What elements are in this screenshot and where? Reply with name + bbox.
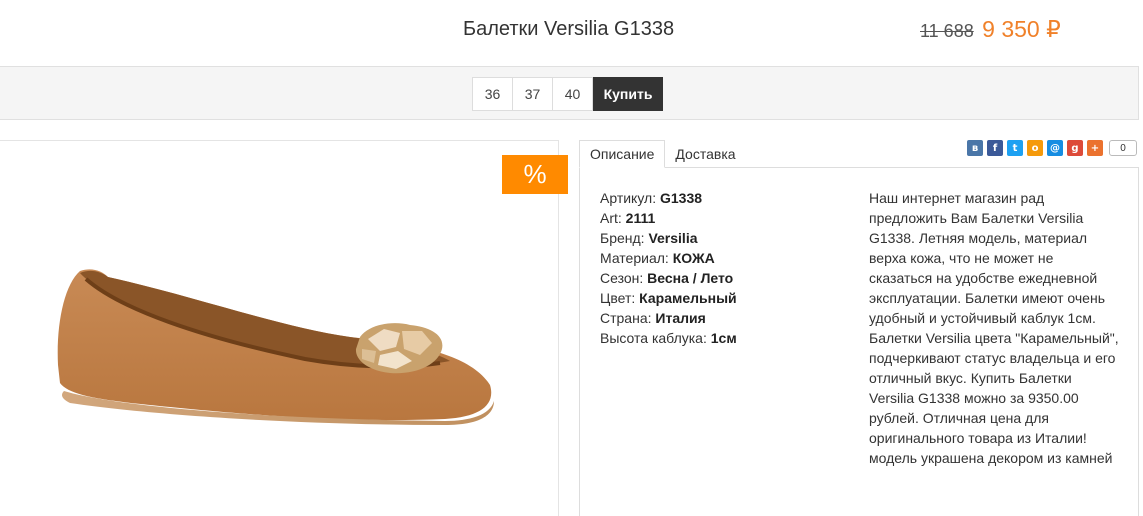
size-button-37[interactable]: 37 — [512, 77, 553, 111]
vk-icon[interactable]: в — [967, 140, 983, 156]
spec-list: Артикул: G1338 Art: 2111 Бренд: Versilia… — [600, 188, 737, 348]
size-button-40[interactable]: 40 — [552, 77, 593, 111]
twitter-icon[interactable]: t — [1007, 140, 1023, 156]
size-group: 36 37 40 Купить — [472, 77, 663, 111]
new-price: 9 350 ₽ — [982, 16, 1061, 42]
old-price: 11 688 — [920, 21, 974, 41]
price-block: 11 688 9 350 ₽ — [920, 16, 1061, 43]
size-selector-bar: 36 37 40 Купить — [0, 66, 1139, 120]
spec-heel-height: Высота каблука: 1см — [600, 330, 737, 346]
mail-icon[interactable]: @ — [1047, 140, 1063, 156]
product-header: Балетки Versilia G1338 11 688 9 350 ₽ — [0, 0, 1143, 66]
spec-article: Артикул: G1338 — [600, 190, 703, 206]
share-count: 0 — [1109, 140, 1137, 156]
spec-country: Страна: Италия — [600, 310, 706, 326]
plus-icon[interactable]: + — [1087, 140, 1103, 156]
spec-brand: Бренд: Versilia — [600, 230, 698, 246]
odnoklassniki-icon[interactable]: o — [1027, 140, 1043, 156]
facebook-icon[interactable]: f — [987, 140, 1003, 156]
tab-description[interactable]: Описание — [579, 140, 666, 168]
tab-delivery[interactable]: Доставка — [665, 140, 745, 168]
spec-art: Art: 2111 — [600, 210, 656, 226]
product-tabs: Описание Доставка — [579, 140, 746, 168]
spec-material: Материал: КОЖА — [600, 250, 715, 266]
google-plus-icon[interactable]: g — [1067, 140, 1083, 156]
spec-color: Цвет: Карамельный — [600, 290, 737, 306]
size-button-36[interactable]: 36 — [472, 77, 513, 111]
product-title: Балетки Versilia G1338 — [463, 18, 675, 40]
product-image[interactable] — [50, 265, 500, 425]
social-share-bar: в f t o @ g + 0 — [967, 140, 1137, 156]
buy-button[interactable]: Купить — [593, 77, 663, 111]
product-description: Наш интернет магазин рад предложить Вам … — [869, 190, 1119, 466]
spec-season: Сезон: Весна / Лето — [600, 270, 734, 286]
sale-badge: % — [502, 155, 568, 194]
